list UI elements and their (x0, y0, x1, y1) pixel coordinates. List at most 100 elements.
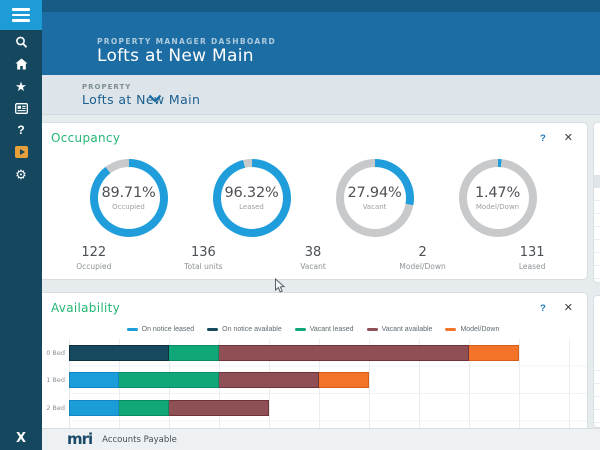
bar-track (69, 400, 269, 416)
donut-label: Leased (239, 203, 264, 211)
legend-marker-icon (207, 328, 218, 331)
bar-track (69, 345, 519, 361)
donut-center: 1.47% Model/Down (467, 167, 529, 229)
bar-segment[interactable] (169, 345, 219, 361)
legend-label: On notice leased (142, 326, 195, 333)
donut-center: 96.32% Leased (221, 167, 283, 229)
stat-label: Vacant (258, 262, 368, 271)
table-row: 2 Bed (43, 394, 584, 422)
donut-label: Occupied (112, 203, 145, 211)
bar-segment[interactable] (119, 372, 219, 388)
availability-chart-rows: 0 Bed 1 Bed 2 Bed (43, 339, 584, 422)
bar-segment[interactable] (219, 345, 469, 361)
availability-card: Availability ? ✕ On notice leasedOn noti… (38, 292, 588, 450)
bar-segment[interactable] (69, 372, 119, 388)
property-select[interactable]: Lofts at New Main (82, 92, 200, 107)
sidebar: ★ ? ⚙ X (0, 0, 42, 450)
donut-gauge[interactable]: 27.94% Vacant (336, 159, 414, 237)
stat-item: 38 Vacant (258, 245, 368, 271)
donut-percentage: 89.71% (101, 185, 155, 201)
donut-label: Model/Down (476, 203, 519, 211)
category-label: 1 Bed (43, 376, 65, 384)
donut-gauge[interactable]: 1.47% Model/Down (459, 159, 537, 237)
donut-percentage: 96.32% (224, 185, 278, 201)
legend-marker-icon (367, 328, 378, 331)
bar-segment[interactable] (69, 345, 169, 361)
availability-title: Availability (51, 301, 120, 315)
bar-segment[interactable] (319, 372, 369, 388)
video-training-icon[interactable] (0, 141, 42, 163)
stat-item: 136 Total units (149, 245, 259, 271)
breadcrumb: PROPERTY MANAGER DASHBOARD (97, 37, 276, 46)
clipped-card-right-top (593, 122, 600, 283)
bar-segment[interactable] (469, 345, 519, 361)
legend-marker-icon (295, 328, 306, 331)
stat-item: 122 Occupied (39, 245, 149, 271)
footer-product-label: Accounts Payable (102, 435, 177, 445)
chevron-down-icon[interactable] (148, 94, 162, 103)
star-icon[interactable]: ★ (0, 75, 42, 97)
legend-marker-icon (127, 328, 138, 331)
search-icon[interactable] (0, 31, 42, 53)
stat-value: 38 (258, 245, 368, 260)
question-icon[interactable]: ? (0, 119, 42, 141)
stat-item: 131 Leased (477, 245, 587, 271)
legend-item[interactable]: Vacant available (367, 326, 433, 333)
occupancy-card: Occupancy ? ✕ 89.71% Occupied 96.32% Leased… (38, 122, 588, 280)
table-row: 0 Bed (43, 339, 584, 367)
home-icon[interactable] (0, 53, 42, 75)
bar-segment[interactable] (219, 372, 319, 388)
donut-gauge[interactable]: 89.71% Occupied (90, 159, 168, 237)
page-title: Lofts at New Main (97, 46, 254, 66)
bar-segment[interactable] (169, 400, 269, 416)
top-strip (42, 0, 600, 12)
stat-value: 2 (368, 245, 478, 260)
legend-label: Vacant available (382, 326, 433, 333)
stat-label: Occupied (39, 262, 149, 271)
table-row: 1 Bed (43, 367, 584, 395)
occupancy-title: Occupancy (51, 131, 120, 145)
brand-x-logo: X (0, 428, 42, 448)
footer-bar: mri Accounts Payable (42, 428, 600, 450)
newspaper-icon[interactable] (0, 97, 42, 119)
legend-item[interactable]: Vacant leased (295, 326, 354, 333)
stat-item: 2 Model/Down (368, 245, 478, 271)
legend-label: On notice available (222, 326, 282, 333)
close-icon[interactable]: ✕ (564, 133, 573, 144)
donut-percentage: 27.94% (347, 185, 401, 201)
property-label: PROPERTY (82, 83, 131, 91)
legend-label: Vacant leased (310, 326, 354, 333)
menu-icon[interactable] (0, 0, 42, 30)
availability-card-header: Availability ? ✕ (39, 293, 587, 315)
stat-label: Total units (149, 262, 259, 271)
legend-item[interactable]: On notice available (207, 326, 282, 333)
bar-track (69, 372, 369, 388)
mri-logo: mri (67, 432, 92, 447)
page-header: PROPERTY MANAGER DASHBOARD Lofts at New … (42, 12, 600, 75)
stat-value: 122 (39, 245, 149, 260)
legend-marker-icon (445, 328, 456, 331)
stat-value: 136 (149, 245, 259, 260)
legend-label: Model/Down (460, 326, 499, 333)
close-icon[interactable]: ✕ (564, 303, 573, 314)
stat-value: 131 (477, 245, 587, 260)
bar-segment[interactable] (69, 400, 119, 416)
sidebar-nav: ★ ? ⚙ (0, 31, 42, 185)
stat-label: Model/Down (368, 262, 478, 271)
help-icon[interactable]: ? (540, 133, 546, 144)
help-icon[interactable]: ? (540, 303, 546, 314)
donut-center: 89.71% Occupied (98, 167, 160, 229)
donut-percentage: 1.47% (475, 185, 520, 201)
legend-item[interactable]: Model/Down (445, 326, 499, 333)
donut-label: Vacant (363, 203, 387, 211)
legend-item[interactable]: On notice leased (127, 326, 195, 333)
stat-label: Leased (477, 262, 587, 271)
bar-segment[interactable] (119, 400, 169, 416)
gear-icon[interactable]: ⚙ (0, 163, 42, 185)
availability-legend: On notice leased On notice available Vacan… (39, 326, 587, 333)
category-label: 2 Bed (43, 404, 65, 412)
occupancy-stats: 122 Occupied136 Total units 38 Vacant2 Model/… (39, 245, 587, 271)
donut-gauge[interactable]: 96.32% Leased (213, 159, 291, 237)
clipped-card-right-bottom (593, 295, 600, 428)
occupancy-donuts: 89.71% Occupied 96.32% Leased 27.94% Vacant 1.… (39, 159, 587, 237)
